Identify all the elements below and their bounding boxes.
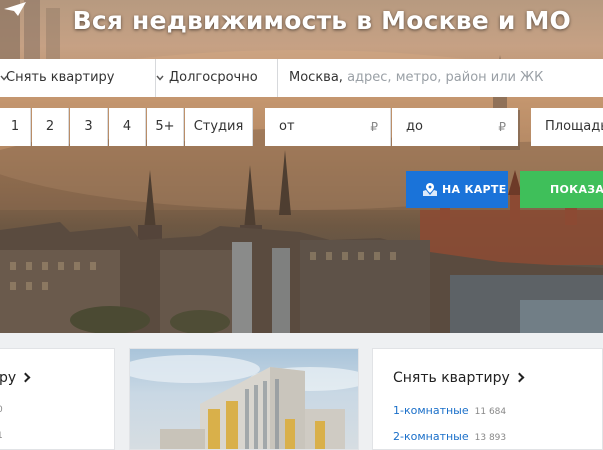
rooms-option-4[interactable]: 4 [109,108,146,146]
listing-count: 11 684 [474,407,507,417]
listing-count: 13 893 [474,433,507,443]
term-select[interactable]: Долгосрочно [156,59,278,97]
card-left-title[interactable]: ру [0,370,31,386]
chevron-right-icon [20,372,31,383]
new-buildings-image-card[interactable] [129,348,359,450]
deal-type-select[interactable]: Снять квартиру [0,59,156,97]
city-skyline-illustration [0,0,603,333]
rooms-link-label: 2-комнатные [393,430,469,443]
search-row-filters: 1 2 3 4 5+ Студия от ₽ до ₽ Площадь [0,108,603,146]
hero-title: Вся недвижимость в Москве и МО [72,6,571,35]
price-to-input[interactable]: до ₽ [392,108,518,146]
rooms-option-1[interactable]: 1 [0,108,31,146]
residential-building-photo [130,355,358,449]
show-results-button[interactable]: ПОКАЗАТЬ [520,171,603,208]
rent-apartment-card: Снять квартиру 1-комнатные 11 684 2-комна… [372,348,603,450]
price-from-input[interactable]: от ₽ [265,108,391,146]
chevron-down-icon [156,75,164,81]
rooms-option-studio[interactable]: Студия [185,108,253,146]
show-on-map-button[interactable]: НА КАРТЕ [406,171,508,208]
list-item[interactable]: 2-комнатные 13 893 [393,430,506,443]
card-left-line: 1 [0,431,3,441]
term-value: Долгосрочно [169,70,258,85]
rooms-option-5plus[interactable]: 5+ [147,108,184,146]
rent-apartment-card-title[interactable]: Снять квартиру [393,370,525,386]
address-input[interactable]: Москва, адрес, метро, район или ЖК [278,59,603,97]
show-results-label: ПОКАЗАТЬ [550,183,603,196]
search-row-primary: Снять квартиру Долгосрочно Москва, адрес… [0,59,603,97]
ruble-icon: ₽ [498,120,506,134]
price-from-placeholder: от [279,119,295,134]
chevron-down-icon [0,75,8,81]
paper-plane-icon [4,2,26,16]
show-on-map-label: НА КАРТЕ [442,183,507,196]
rooms-option-3[interactable]: 3 [70,108,108,146]
map-icon [423,183,437,196]
address-placeholder: адрес, метро, район или ЖК [347,70,544,85]
price-to-placeholder: до [406,119,423,134]
rooms-link-label: 1-комнатные [393,404,469,417]
list-item[interactable]: 1-комнатные 11 684 [393,404,506,417]
deal-type-value: Снять квартиру [6,70,115,85]
address-value: Москва, [289,70,343,85]
card-left-line: 0 [0,405,3,415]
hero-banner: Вся недвижимость в Москве и МО Снять ква… [0,0,603,333]
area-select[interactable]: Площадь [531,108,603,146]
area-label: Площадь [545,119,603,134]
rooms-option-2[interactable]: 2 [32,108,69,146]
category-card-left: ру 0 1 [0,348,115,450]
ruble-icon: ₽ [370,120,378,134]
chevron-right-icon [514,372,525,383]
